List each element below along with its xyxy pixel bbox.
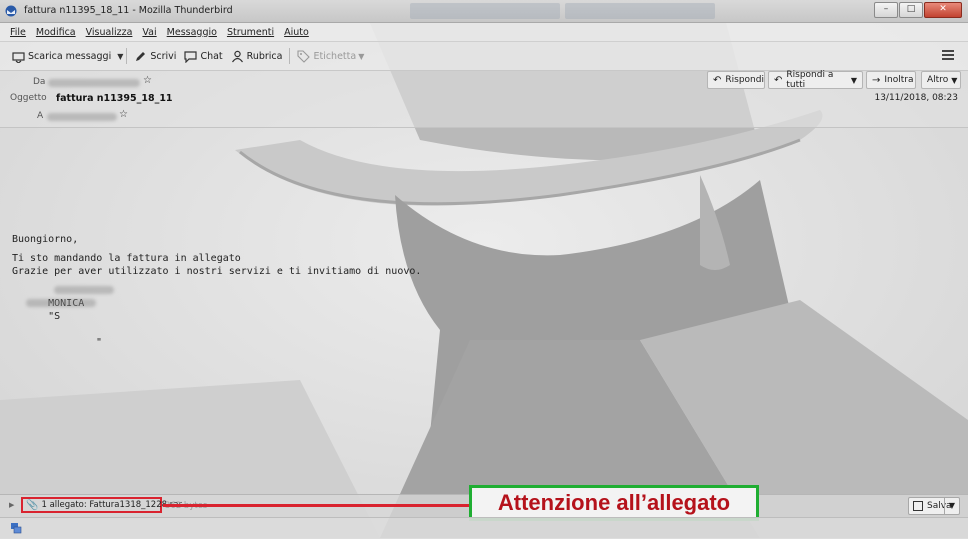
window-title: fattura n11395_18_11 - Mozilla Thunderbi… [24,5,233,16]
warning-callout: Attenzione all’allegato [469,485,759,521]
to-address-redacted [47,113,117,121]
save-attachment-button[interactable]: Salva ▼ [908,497,960,515]
tag-icon [297,49,311,63]
thunderbird-app-icon [5,5,17,17]
menu-help[interactable]: Aiuto [284,27,309,38]
chat-bubble-icon [184,50,198,63]
attachment-label: 1 allegato: Fattura1318_1228.rar [41,500,182,510]
star-icon[interactable]: ☆ [143,75,152,86]
signature-company-line: "S " [12,297,912,348]
more-button[interactable]: Altro ▼ [921,71,961,89]
star-icon[interactable]: ☆ [119,109,128,120]
expand-triangle-icon[interactable]: ▶ [9,501,14,509]
chevron-down-icon: ▼ [951,75,958,85]
signature-name-line: MONICA [12,284,912,309]
toolbar-separator [126,48,128,64]
signature-company-open: "S [48,311,61,322]
thunderbird-window: fattura n11395_18_11 - Mozilla Thunderbi… [0,0,968,539]
chevron-down-icon[interactable]: ▼ [944,498,959,514]
reply-arrow-icon: ↶ [713,74,722,86]
get-messages-label: Scarica messaggi [28,50,112,62]
menu-view[interactable]: Visualizza [86,27,133,38]
menu-tools[interactable]: Strumenti [227,27,274,38]
status-bar [0,517,968,539]
message-body: Buongiorno, Ti sto mandando la fattura i… [12,233,912,348]
hamburger-menu-icon[interactable] [942,48,954,62]
tag-button[interactable]: Etichetta ▼ [293,46,368,66]
attachment-highlight[interactable]: 📎 1 allegato: Fattura1318_1228.rar [21,497,182,513]
get-messages-button[interactable]: Scarica messaggi [8,46,115,66]
paperclip-icon: 📎 [26,499,39,511]
reply-all-icon: ↶ [774,74,783,86]
window-controls: – □ ✕ [873,2,962,18]
message-header-pane: Da ☆ Oggetto fattura n11395_18_11 A ☆ ↶ … [0,70,968,128]
from-label: Da [33,77,46,87]
message-date: 13/11/2018, 08:23 [874,93,958,103]
signature-company-close: " [96,337,103,348]
toolbar-separator [289,48,291,64]
body-line: Ti sto mandando la fattura in allegato [12,253,241,264]
address-book-button[interactable]: Rubrica [227,46,287,66]
chevron-down-icon: ▼ [358,51,365,61]
signature-company-redacted [26,299,96,307]
title-bar: fattura n11395_18_11 - Mozilla Thunderbi… [0,0,968,23]
floppy-disk-icon [913,501,923,511]
contacts-icon [231,50,243,62]
pencil-icon [136,51,146,61]
maximize-button[interactable]: □ [899,2,923,18]
forward-arrow-icon: → [872,74,881,86]
chat-label: Chat [200,50,223,62]
reply-button[interactable]: ↶ Rispondi [707,71,765,89]
signature-surname-redacted [54,286,114,294]
annotation-connector-line [163,504,471,507]
write-button[interactable]: Scrivi [130,46,180,66]
attachment-bar: ▶ 📎 1 allegato: Fattura1318_1228.rar 362… [0,485,968,521]
download-mail-icon [12,51,25,63]
more-label: Altro [927,75,949,85]
close-button[interactable]: ✕ [924,2,962,18]
chevron-down-icon[interactable]: ▼ [851,76,857,85]
forward-label: Inoltra [884,75,914,85]
menu-edit[interactable]: Modifica [36,27,76,38]
tag-label: Etichetta [313,50,357,62]
write-label: Scrivi [150,50,177,62]
menu-message[interactable]: Messaggio [167,27,217,38]
menu-bar: File Modifica Visualizza Vai Messaggio S… [0,23,968,42]
subject-label: Oggetto [10,93,47,103]
chat-button[interactable]: Chat [180,46,226,66]
body-line: Grazie per aver utilizzato i nostri serv… [12,266,422,277]
network-status-icon [11,523,22,534]
menu-file[interactable]: File [10,27,26,38]
reply-all-label: Rispondi a tutti [786,70,834,90]
reply-all-button[interactable]: ↶ Rispondi a tutti ▼ [768,70,863,90]
reply-label: Rispondi [725,75,764,85]
body-greeting: Buongiorno, [12,234,79,245]
background-taskbar-item [410,3,560,19]
background-taskbar-item [565,3,715,19]
chevron-down-icon[interactable]: ▼ [117,52,123,61]
menu-go[interactable]: Vai [142,27,156,38]
subject-value: fattura n11395_18_11 [56,93,173,104]
from-address-redacted [48,79,140,87]
main-toolbar: Scarica messaggi ▼ Scrivi Chat Rubrica E… [0,42,968,71]
to-label: A [37,111,44,121]
address-book-label: Rubrica [246,50,283,62]
forward-button[interactable]: → Inoltra [866,71,916,89]
minimize-button[interactable]: – [874,2,898,18]
